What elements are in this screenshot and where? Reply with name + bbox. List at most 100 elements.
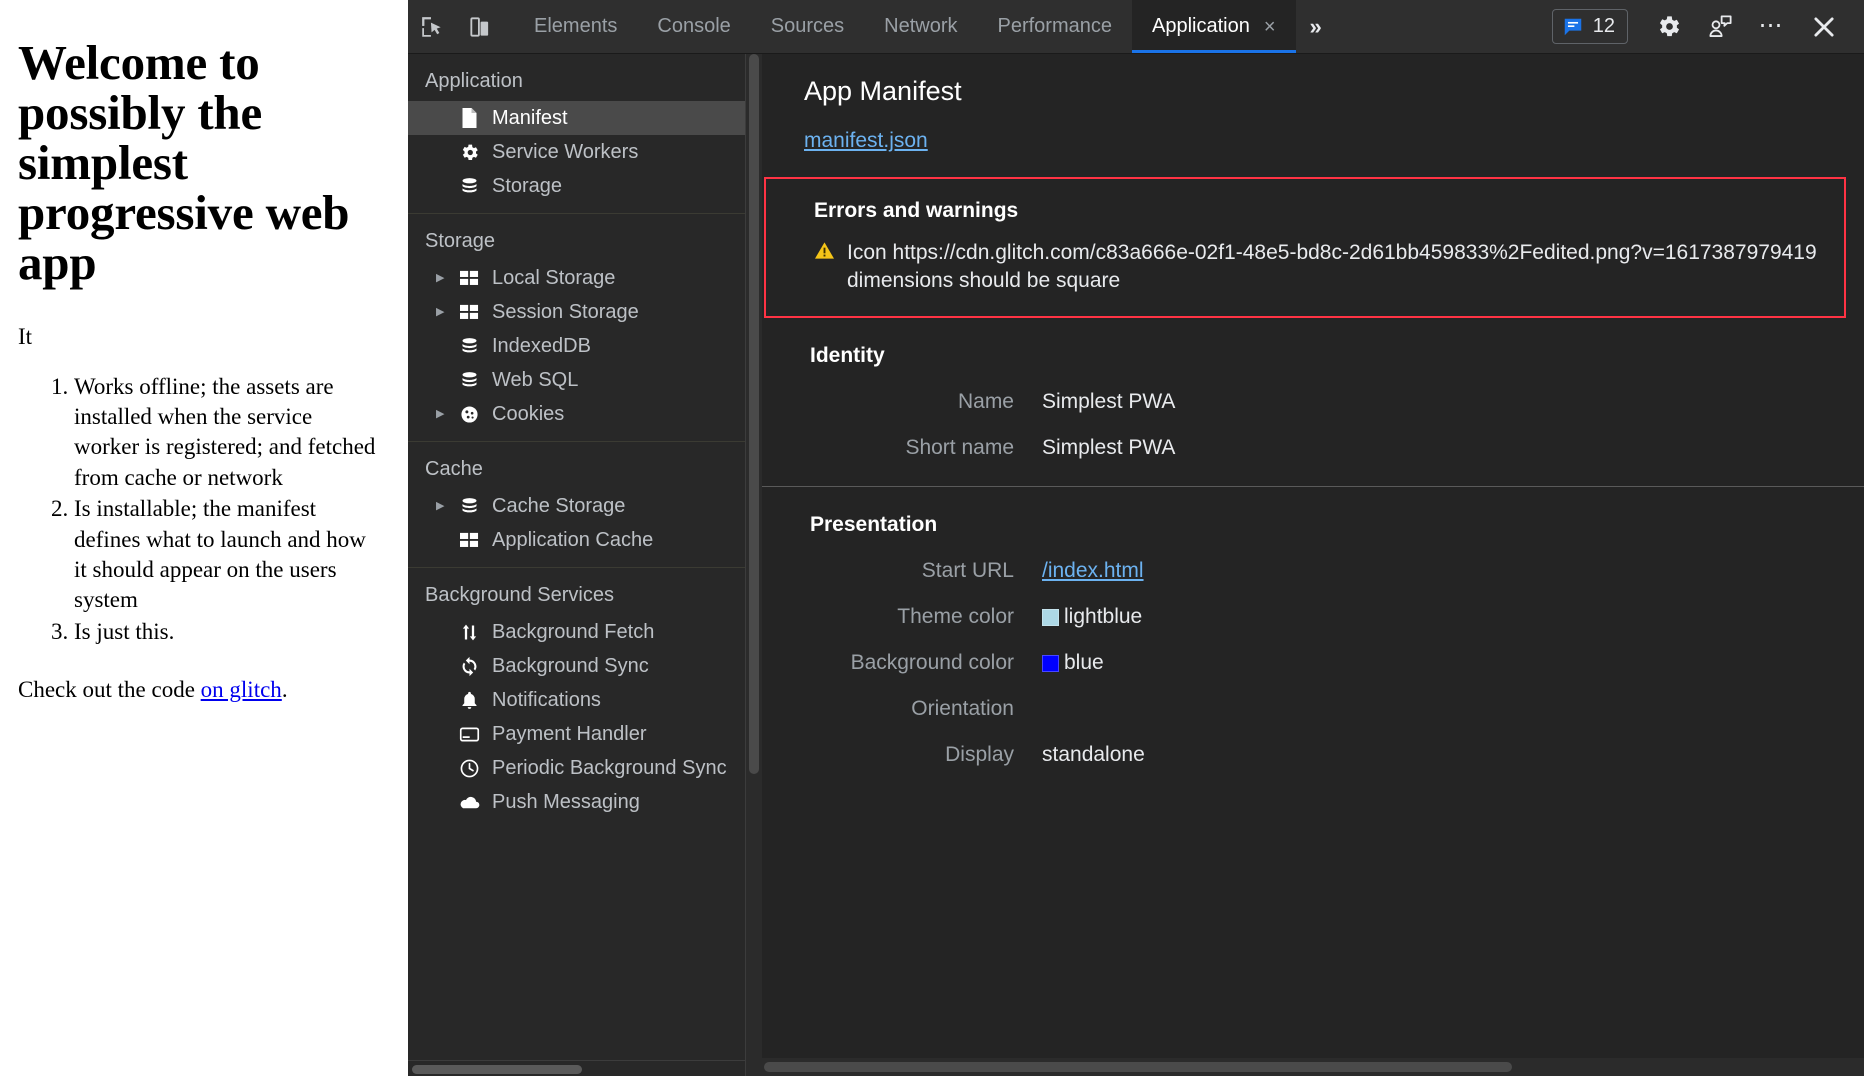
screen-root: Welcome to possibly the simplest progres… [0, 0, 1864, 1076]
updown-arrows-icon [456, 622, 482, 643]
sidebar-item-label: Session Storage [492, 301, 639, 324]
manifest-scroll-area: App Manifest manifest.json Errors and wa… [762, 54, 1864, 1058]
theme-color-swatch [1042, 609, 1059, 626]
sidebar-item-service-workers[interactable]: ▶ Service Workers [408, 135, 745, 169]
tab-console[interactable]: Console [637, 0, 750, 53]
sidebar-item-payment-handler[interactable]: ▶ Payment Handler [408, 717, 745, 751]
scrollbar-thumb[interactable] [749, 54, 759, 774]
issues-message-icon [1562, 16, 1584, 38]
sidebar-item-label: Background Fetch [492, 621, 654, 644]
sidebar-item-session-storage[interactable]: ▶ Session Storage [408, 295, 745, 329]
section-title: Identity [810, 344, 1864, 368]
chevron-right-icon[interactable]: ▶ [436, 307, 452, 318]
more-tabs-icon[interactable]: » [1296, 0, 1336, 53]
property-row-display: Display standalone [810, 743, 1864, 767]
sidebar-item-label: Push Messaging [492, 791, 640, 814]
sidebar-item-cache-storage[interactable]: ▶ Cache Storage [408, 489, 745, 523]
manifest-json-link[interactable]: manifest.json [804, 129, 928, 152]
credit-card-icon [456, 725, 482, 744]
manifest-horizontal-scrollbar[interactable] [762, 1058, 1864, 1076]
gear-icon[interactable] [1642, 5, 1694, 49]
sidebar-group-title: Cache [408, 452, 745, 489]
issues-button[interactable]: 12 [1552, 9, 1628, 44]
database-icon [456, 336, 482, 357]
sidebar-item-storage[interactable]: ▶ Storage [408, 169, 745, 203]
property-row-short-name: Short name Simplest PWA [810, 436, 1864, 460]
sidebar-item-label: Storage [492, 175, 562, 198]
identity-section: Identity Name Simplest PWA Short name Si… [762, 318, 1864, 487]
sidebar-item-label: Local Storage [492, 267, 615, 290]
property-row-orientation: Orientation [810, 697, 1864, 721]
property-value-wrapper: lightblue [1042, 605, 1142, 629]
gear-icon [456, 142, 482, 163]
sidebar-item-application-cache[interactable]: ▶ Application Cache [408, 523, 745, 557]
glitch-link[interactable]: on glitch [201, 677, 282, 702]
spacer [762, 153, 1864, 177]
issues-count: 12 [1593, 15, 1615, 38]
sidebar-group-title: Application [408, 64, 745, 101]
property-label: Name [810, 390, 1042, 414]
manifest-header: App Manifest manifest.json [762, 54, 1864, 153]
sidebar-item-background-sync[interactable]: ▶ Background Sync [408, 649, 745, 683]
application-sidebar: Application ▶ Manifest ▶ [408, 54, 746, 1076]
sidebar-group-cache: Cache ▶ Cache Storage ▶ [408, 442, 745, 568]
tab-label: Application [1152, 15, 1250, 38]
property-value: lightblue [1064, 605, 1142, 629]
background-color-swatch [1042, 655, 1059, 672]
more-options-icon[interactable]: ⋯ [1746, 5, 1798, 49]
property-value: Simplest PWA [1042, 390, 1175, 414]
list-item: Is installable; the manifest defines wha… [74, 494, 378, 615]
property-row-theme-color: Theme color lightblue [810, 605, 1864, 629]
property-label: Background color [810, 651, 1042, 675]
sidebar-item-background-fetch[interactable]: ▶ Background Fetch [408, 615, 745, 649]
sidebar-item-manifest[interactable]: ▶ Manifest [408, 101, 745, 135]
chevron-right-icon[interactable]: ▶ [436, 409, 452, 420]
sidebar-item-periodic-background-sync[interactable]: ▶ Periodic Background Sync [408, 751, 745, 785]
tab-label: Performance [998, 15, 1113, 38]
inspect-element-icon[interactable] [408, 0, 456, 53]
outro-prefix: Check out the code [18, 677, 201, 702]
sidebar-horizontal-scrollbar[interactable] [408, 1060, 745, 1076]
presentation-section: Presentation Start URL /index.html Theme… [762, 487, 1864, 793]
sidebar-item-notifications[interactable]: ▶ Notifications [408, 683, 745, 717]
sidebar-item-label: Background Sync [492, 655, 649, 678]
page-title: Welcome to possibly the simplest progres… [18, 38, 378, 288]
tab-elements[interactable]: Elements [514, 0, 637, 53]
property-label: Display [810, 743, 1042, 767]
chevron-right-icon[interactable]: ▶ [436, 273, 452, 284]
sidebar-item-local-storage[interactable]: ▶ Local Storage [408, 261, 745, 295]
scrollbar-thumb[interactable] [412, 1065, 582, 1074]
sidebar-item-indexeddb[interactable]: ▶ IndexedDB [408, 329, 745, 363]
sidebar-item-web-sql[interactable]: ▶ Web SQL [408, 363, 745, 397]
sidebar-group-title: Background Services [408, 578, 745, 615]
property-row-name: Name Simplest PWA [810, 390, 1864, 414]
sidebar-item-label: Application Cache [492, 529, 653, 552]
table-icon [456, 303, 482, 322]
sidebar-item-cookies[interactable]: ▶ Cookies [408, 397, 745, 431]
database-icon [456, 176, 482, 197]
more-options-dots: ⋯ [1759, 19, 1786, 33]
property-value: blue [1064, 651, 1104, 675]
property-label: Short name [810, 436, 1042, 460]
feedback-icon[interactable] [1694, 5, 1746, 49]
sidebar-item-push-messaging[interactable]: ▶ Push Messaging [408, 785, 745, 819]
close-devtools-icon[interactable] [1798, 5, 1850, 49]
tab-performance[interactable]: Performance [978, 0, 1133, 53]
cloud-icon [456, 793, 482, 812]
close-icon[interactable]: × [1264, 17, 1276, 37]
start-url-link[interactable]: /index.html [1042, 559, 1144, 583]
clock-icon [456, 758, 482, 779]
sync-icon [456, 656, 482, 677]
device-toolbar-icon[interactable] [456, 0, 504, 53]
sidebar-item-label: Service Workers [492, 141, 638, 164]
tab-network[interactable]: Network [864, 0, 977, 53]
tab-sources[interactable]: Sources [751, 0, 864, 53]
outro-suffix: . [282, 677, 288, 702]
tab-application[interactable]: Application × [1132, 0, 1296, 53]
devtools-body: Application ▶ Manifest ▶ [408, 54, 1864, 1076]
database-icon [456, 370, 482, 391]
chevron-right-icon[interactable]: ▶ [436, 501, 452, 512]
scrollbar-thumb[interactable] [764, 1062, 1512, 1072]
manifest-vertical-scrollbar[interactable] [746, 54, 762, 1076]
warning-text: Icon https://cdn.glitch.com/c83a666e-02f… [847, 239, 1818, 294]
